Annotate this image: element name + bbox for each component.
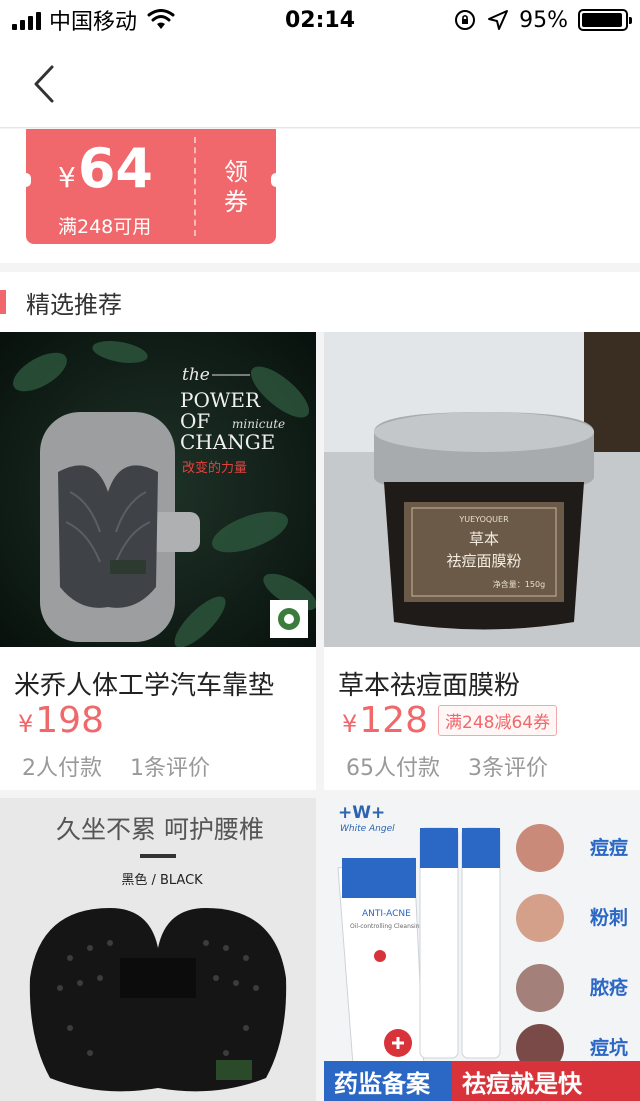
black-lumbar-cushion-illustration: 久坐不累 呵护腰椎 黑色 / BLACK xyxy=(0,798,316,1101)
battery-percent: 95% xyxy=(519,7,568,33)
svg-text:净含量：150g: 净含量：150g xyxy=(493,579,545,589)
product-image[interactable]: 久坐不累 呵护腰椎 黑色 / BLACK xyxy=(0,798,316,1101)
svg-text:改变的力量: 改变的力量 xyxy=(182,460,247,476)
svg-text:YUEYOQUER: YUEYOQUER xyxy=(458,515,509,524)
product-image[interactable]: YUEYOQUER 草本 祛痘面膜粉 净含量：150g xyxy=(324,332,640,647)
section-header: 精选推荐 xyxy=(0,272,640,332)
ergonomic-cushion-illustration: the POWER OF minicute CHANGE 改变的力量 xyxy=(0,332,316,647)
svg-text:粉刺: 粉刺 xyxy=(590,906,628,929)
svg-text:草本: 草本 xyxy=(469,530,499,548)
price-row: ¥128 满248减64券 xyxy=(342,700,558,741)
svg-text:黑色 / BLACK: 黑色 / BLACK xyxy=(121,872,203,888)
claim-coupon-button[interactable]: 领 券 xyxy=(196,129,276,244)
product-meta: 65人付款 3条评价 xyxy=(346,750,548,782)
status-bar: 中国移动 02:14 95% xyxy=(0,0,640,40)
paid-count: 2人付款 xyxy=(22,756,102,781)
product-price: ¥198 xyxy=(18,700,104,741)
svg-text:White Angel: White Angel xyxy=(340,824,395,834)
section-title: 精选推荐 xyxy=(26,290,122,319)
battery-level xyxy=(582,13,622,27)
product-meta: 2人付款 1条评价 xyxy=(22,750,210,782)
acne-cream-illustration: +W+ White Angel ANTI-ACNE Oil-controllin… xyxy=(324,798,640,1101)
coupon-area: ¥64 满248可用 领 券 xyxy=(0,129,640,263)
product-card[interactable]: +W+ White Angel ANTI-ACNE Oil-controllin… xyxy=(324,798,640,1101)
product-price: ¥128 xyxy=(342,700,428,741)
promo-badge: 满248减64券 xyxy=(438,705,558,736)
location-arrow-icon xyxy=(488,10,509,30)
review-count: 1条评价 xyxy=(130,756,210,781)
product-title[interactable]: 米乔人体工学汽车靠垫 xyxy=(14,665,274,702)
battery-icon xyxy=(578,9,632,31)
orientation-lock-icon xyxy=(455,10,476,30)
product-title[interactable]: 草本祛痘面膜粉 xyxy=(338,665,520,702)
svg-text:脓疮: 脓疮 xyxy=(589,976,628,999)
svg-text:痘痘: 痘痘 xyxy=(590,836,628,859)
wifi-icon xyxy=(147,9,175,29)
nav-bar xyxy=(0,40,640,128)
svg-text:祛痘就是快: 祛痘就是快 xyxy=(462,1070,583,1098)
price-row: ¥198 xyxy=(18,700,104,741)
review-count: 3条评价 xyxy=(468,756,548,781)
product-image[interactable]: +W+ White Angel ANTI-ACNE Oil-controllin… xyxy=(324,798,640,1101)
svg-text:minicute: minicute xyxy=(232,417,285,431)
svg-text:the: the xyxy=(182,365,210,385)
svg-text:痘坑: 痘坑 xyxy=(590,1036,628,1059)
face-mask-jar-illustration: YUEYOQUER 草本 祛痘面膜粉 净含量：150g xyxy=(324,332,640,647)
svg-text:药监备案: 药监备案 xyxy=(334,1070,431,1098)
svg-text:ANTI-ACNE: ANTI-ACNE xyxy=(362,909,411,919)
svg-text:祛痘面膜粉: 祛痘面膜粉 xyxy=(446,552,521,570)
svg-text:久坐不累 呵护腰椎: 久坐不累 呵护腰椎 xyxy=(56,815,264,844)
svg-text:CHANGE: CHANGE xyxy=(180,430,275,454)
svg-text:+W+: +W+ xyxy=(338,803,385,823)
carrier-name: 中国移动 xyxy=(49,10,138,35)
back-button[interactable] xyxy=(22,62,66,106)
coupon-card[interactable]: ¥64 满248可用 领 券 xyxy=(21,129,281,244)
coupon-amount: ¥64 xyxy=(58,137,153,200)
product-image[interactable]: the POWER OF minicute CHANGE 改变的力量 xyxy=(0,332,316,647)
product-card[interactable]: the POWER OF minicute CHANGE 改变的力量 米乔人体工… xyxy=(0,332,316,790)
product-card[interactable]: 久坐不累 呵护腰椎 黑色 / BLACK xyxy=(0,798,316,1101)
chevron-left-icon xyxy=(34,65,54,103)
coupon-condition: 满248可用 xyxy=(58,216,152,238)
signal-strength-icon xyxy=(12,10,41,30)
product-card[interactable]: YUEYOQUER 草本 祛痘面膜粉 净含量：150g 草本祛痘面膜粉 ¥128… xyxy=(324,332,640,790)
paid-count: 65人付款 xyxy=(346,756,440,781)
section-accent-bar xyxy=(0,290,6,314)
